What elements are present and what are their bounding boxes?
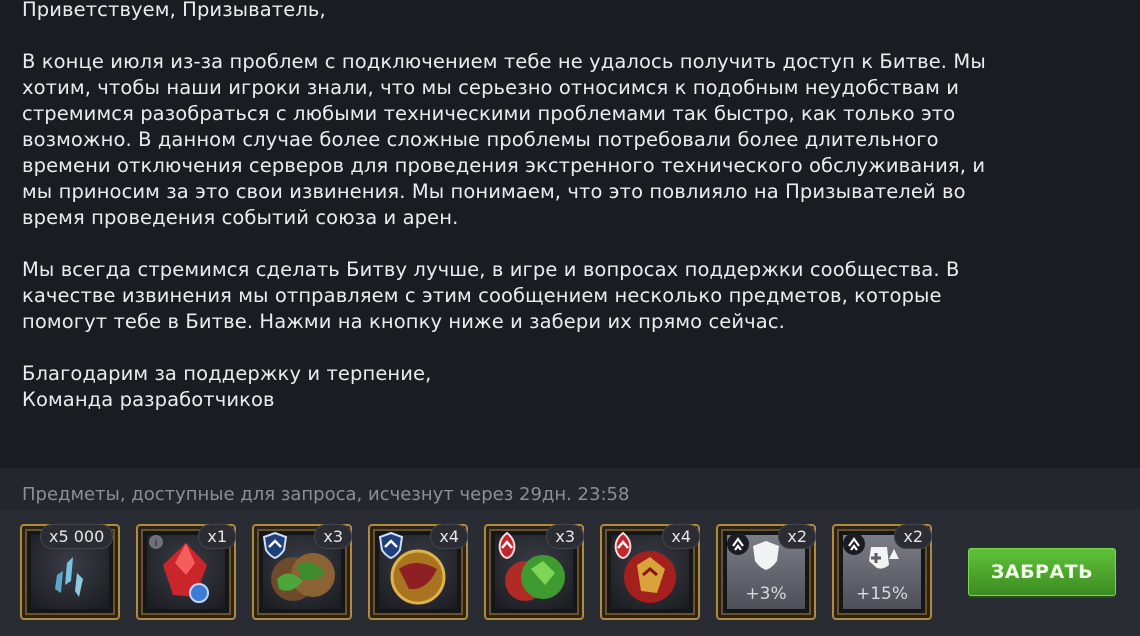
reward-item-green-potion[interactable]: x3 <box>252 524 352 620</box>
rewards-expiry-label: Предметы, доступные для запроса, исчезну… <box>22 484 630 505</box>
boost-badge-icon <box>843 533 865 555</box>
item-quantity: x3 <box>546 524 584 549</box>
boost-badge-icon <box>727 533 749 555</box>
message-panel: Приветствуем, Призыватель, В конце июля … <box>0 0 1140 468</box>
reward-item-shield-boost[interactable]: x2 +3% <box>716 524 816 620</box>
claim-button[interactable]: ЗАБРАТЬ <box>968 548 1116 596</box>
reward-item-shards[interactable]: x5 000 <box>20 524 120 620</box>
reward-item-green-revive-potion[interactable]: x3 <box>484 524 584 620</box>
item-quantity: x5 000 <box>40 524 114 549</box>
reward-item-health-boost[interactable]: x2 +15% <box>832 524 932 620</box>
shield-badge-icon <box>378 531 404 560</box>
item-quantity: x4 <box>662 524 700 549</box>
shield-badge-icon <box>262 531 288 560</box>
message-closing: Благодарим за поддержку и терпение, Кома… <box>22 362 432 411</box>
reward-item-red-revive-potion[interactable]: x4 <box>600 524 700 620</box>
revive-badge-icon <box>614 531 632 560</box>
message-body: Приветствуем, Призыватель, В конце июля … <box>22 0 1122 439</box>
message-greeting: Приветствуем, Призыватель, <box>22 0 326 21</box>
reward-item-crystal[interactable]: i x1 <box>136 524 236 620</box>
boost-percent: +15% <box>855 584 909 604</box>
item-quantity: x1 <box>198 524 236 549</box>
message-paragraph-1: В конце июля из-за проблем с подключение… <box>22 50 986 229</box>
svg-text:i: i <box>155 538 158 549</box>
item-quantity: x3 <box>314 524 352 549</box>
boost-percent: +3% <box>745 584 787 604</box>
message-paragraph-2: Мы всегда стремимся сделать Битву лучше,… <box>22 258 960 333</box>
item-quantity: x4 <box>430 524 468 549</box>
item-quantity: x2 <box>894 524 932 549</box>
reward-item-gold-potion[interactable]: x4 <box>368 524 468 620</box>
item-quantity: x2 <box>778 524 816 549</box>
revive-badge-icon <box>498 531 516 560</box>
info-icon[interactable]: i <box>144 530 174 560</box>
